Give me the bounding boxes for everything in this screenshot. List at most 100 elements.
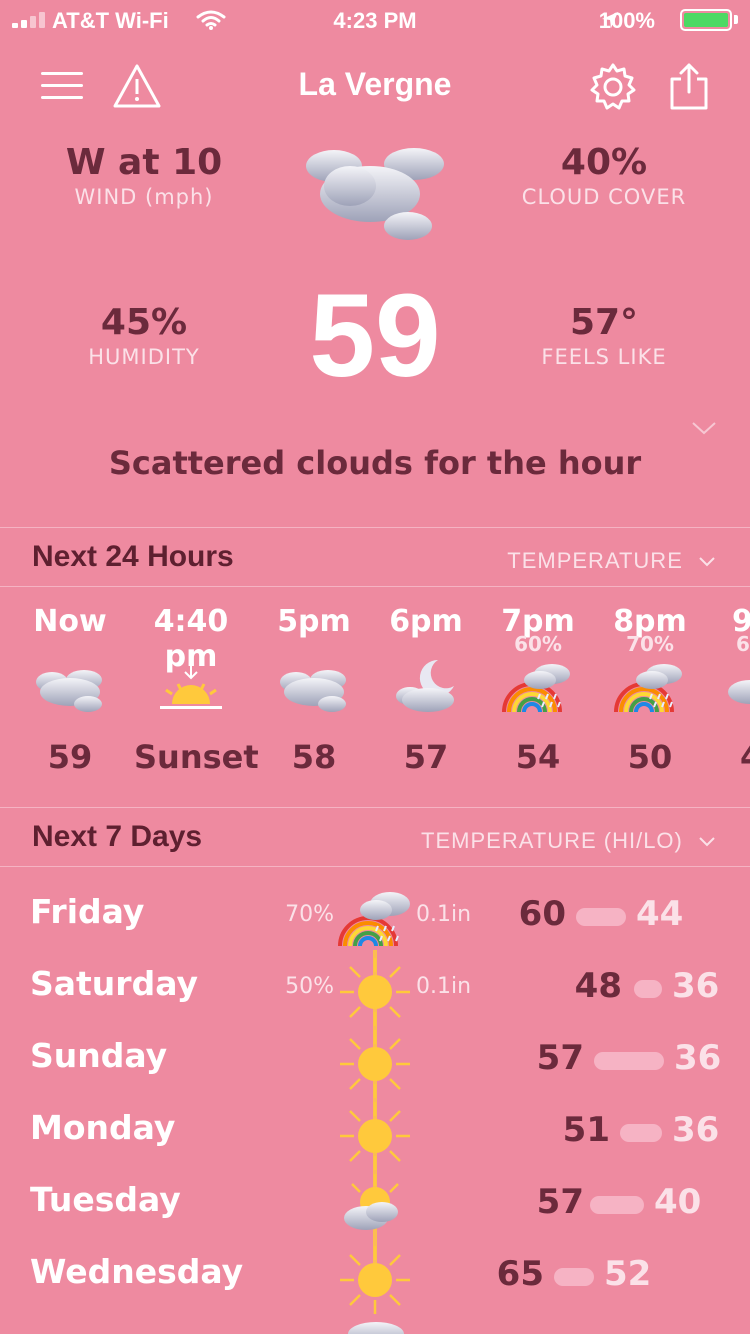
moon-cloud-icon: [396, 659, 454, 712]
day-low: 52: [604, 1254, 652, 1294]
hour-item[interactable]: 7pm 60% 54: [482, 604, 594, 776]
current-temperature: 59: [309, 270, 441, 402]
wind-value: W at 10: [65, 142, 223, 183]
sun-icon: [340, 1102, 410, 1170]
day-name: Sunday: [30, 1036, 168, 1075]
chevron-down-icon[interactable]: [690, 418, 718, 438]
battery-icon: [680, 9, 732, 31]
rain-icon: [728, 680, 750, 704]
day-high: 60: [518, 894, 566, 934]
divider: [0, 807, 750, 808]
day-row[interactable]: Friday 70% 0.1in 60 44: [0, 884, 750, 956]
sun-icon: [340, 958, 410, 1026]
day-high: 51: [562, 1110, 610, 1150]
daily-metric-select[interactable]: TEMPERATURE (HI/LO): [421, 828, 716, 854]
day-name: Wednesday: [30, 1252, 244, 1291]
day-precip-amount: 0.1in: [416, 974, 472, 999]
day-high: 57: [536, 1038, 584, 1078]
divider: [0, 866, 750, 867]
sun-cloud-icon: [344, 1174, 399, 1230]
temp-range-bar: [620, 1124, 662, 1142]
chevron-down-icon: [699, 557, 715, 567]
sun-icon: [340, 1030, 410, 1098]
hour-temp: 54: [515, 738, 561, 776]
hour-item[interactable]: 6pm 57: [370, 604, 482, 776]
rainbow-rain-icon: [502, 664, 570, 713]
temp-range-bar: [576, 908, 626, 926]
day-precip: 70%: [285, 902, 334, 927]
battery-percent: 100%: [598, 8, 655, 33]
hour-item-partial[interactable]: 9 6 4: [706, 604, 750, 776]
hour-temp: 50: [627, 738, 673, 776]
day-name: Monday: [30, 1108, 176, 1147]
rainbow-rain-icon: [338, 892, 410, 947]
gear-icon[interactable]: [588, 62, 638, 112]
hour-temp: 57: [403, 738, 449, 776]
cloud-cover-value: 40%: [560, 142, 648, 183]
sunset-label: Sunset: [134, 738, 259, 776]
day-name: Tuesday: [30, 1180, 181, 1219]
chevron-down-icon: [699, 837, 715, 847]
day-low: 44: [636, 894, 684, 934]
humidity-value: 45%: [100, 302, 188, 343]
day-precip: 50%: [285, 974, 334, 999]
hour-item[interactable]: 5pm 58: [258, 604, 370, 776]
temp-range-bar: [590, 1196, 644, 1214]
cloud-icon: [348, 1322, 404, 1334]
cloud-icon: [280, 670, 346, 712]
day-low: 36: [672, 966, 720, 1006]
day-high: 48: [574, 966, 622, 1006]
day-low: 36: [674, 1038, 722, 1078]
hour-item[interactable]: Now 59: [14, 604, 126, 776]
wind-stat: W at 10 WIND (mph): [34, 142, 254, 209]
section-title-daily: Next 7 Days: [32, 820, 203, 853]
day-row[interactable]: Saturday 50% 0.1in 48 36: [0, 956, 750, 1028]
day-high: 65: [496, 1254, 544, 1294]
hour-temp: 59: [47, 738, 93, 776]
hour-temp: 58: [291, 738, 337, 776]
hour-temp: 4: [706, 738, 750, 776]
sunset-icon: [160, 664, 222, 709]
wind-label: WIND (mph): [74, 185, 214, 209]
hour-item-sunset[interactable]: 4:40 pm Sunset: [134, 604, 259, 776]
temp-range-bar: [594, 1052, 664, 1070]
day-high: 57: [536, 1182, 584, 1222]
temp-range-bar: [634, 980, 662, 998]
feels-like-value: 57°: [569, 302, 639, 343]
feels-like-stat: 57° FEELS LIKE: [494, 302, 714, 369]
share-icon[interactable]: [664, 62, 714, 112]
day-name: Saturday: [30, 964, 198, 1003]
sun-icon: [340, 1246, 410, 1314]
day-row[interactable]: Monday 51 36: [0, 1100, 750, 1172]
divider: [0, 586, 750, 587]
hourly-metric-select[interactable]: TEMPERATURE: [507, 548, 716, 574]
cloud-icon: [36, 670, 102, 712]
day-low: 36: [672, 1110, 720, 1150]
hour-item[interactable]: 8pm 70% 50: [594, 604, 706, 776]
status-bar: AT&T Wi-Fi 4:23 PM 100%: [0, 0, 750, 40]
section-title-hourly: Next 24 Hours: [32, 540, 234, 573]
cloud-cover-stat: 40% CLOUD COVER: [494, 142, 714, 209]
day-row[interactable]: Tuesday 57 40: [0, 1172, 750, 1244]
hour-precip: 70%: [626, 632, 674, 656]
hour-precip: 6: [736, 632, 750, 656]
daily-metric-label: TEMPERATURE (HI/LO): [421, 828, 683, 853]
battery-nub: [734, 15, 738, 24]
temp-range-bar: [554, 1268, 594, 1286]
day-precip-amount: 0.1in: [416, 902, 472, 927]
day-row[interactable]: Wednesday 65 52: [0, 1244, 750, 1316]
hour-summary: Scattered clouds for the hour: [108, 444, 642, 482]
hour-precip: 60%: [514, 632, 562, 656]
humidity-stat: 45% HUMIDITY: [34, 302, 254, 369]
day-name: Friday: [30, 892, 145, 931]
cloud-cover-label: CLOUD COVER: [521, 185, 687, 209]
divider: [0, 527, 750, 528]
feels-like-label: FEELS LIKE: [541, 345, 667, 369]
hourly-metric-label: TEMPERATURE: [507, 548, 683, 573]
humidity-label: HUMIDITY: [88, 345, 200, 369]
day-row[interactable]: Sunday 57 36: [0, 1028, 750, 1100]
day-low: 40: [654, 1182, 702, 1222]
header: La Vergne: [0, 50, 750, 120]
rainbow-rain-icon: [614, 664, 682, 713]
cloud-icon: [306, 148, 444, 240]
